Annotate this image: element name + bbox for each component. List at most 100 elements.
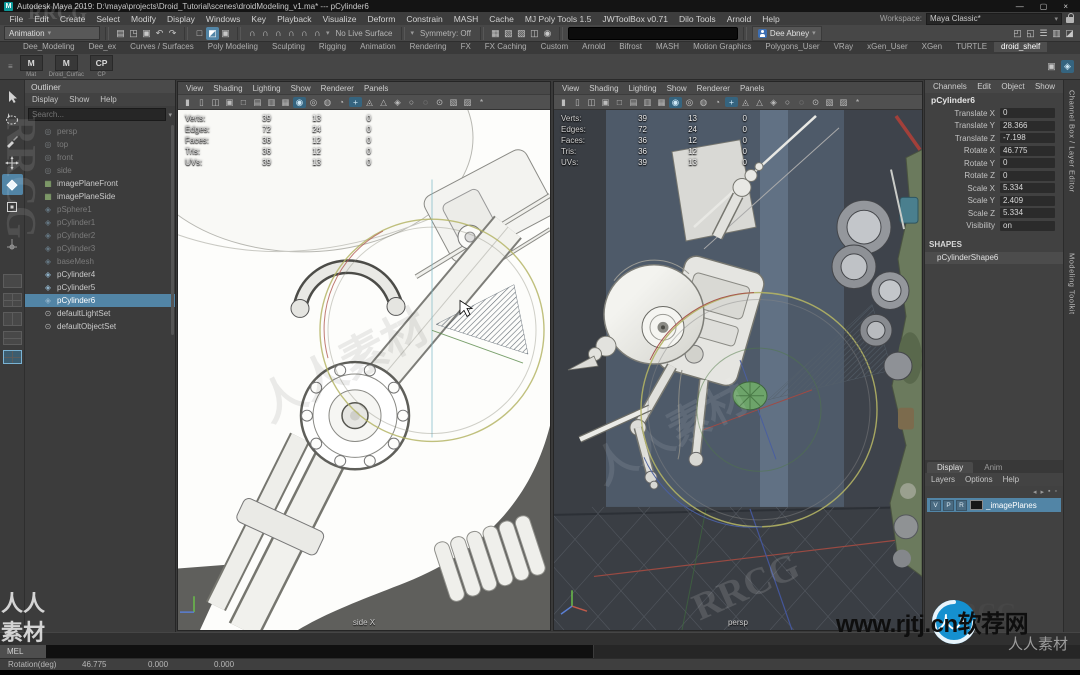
paint-select-tool[interactable]: [2, 130, 23, 151]
viewport-toolbar-icon[interactable]: ▨: [461, 97, 474, 108]
shelf-tab[interactable]: Poly Modeling: [201, 42, 265, 52]
viewport-toolbar-icon[interactable]: +: [349, 97, 362, 107]
layer-editor-menu-item[interactable]: Layers: [931, 475, 955, 484]
menu-item[interactable]: JWToolBox v0.71: [597, 14, 674, 24]
channel-attribute-row[interactable]: Rotate Z 0: [925, 170, 1063, 183]
list-item[interactable]: pCylinder2: [25, 229, 175, 242]
list-item[interactable]: top: [25, 138, 175, 151]
viewport-toolbar-icon[interactable]: ◬: [739, 97, 752, 108]
layer-editor-menu-item[interactable]: Options: [965, 475, 993, 484]
shelf-tab[interactable]: Rigging: [312, 42, 353, 52]
viewport-toolbar-icon[interactable]: ⊙: [809, 97, 822, 108]
list-item[interactable]: front: [25, 151, 175, 164]
list-item[interactable]: baseMesh: [25, 255, 175, 268]
menu-set-selector[interactable]: Animation▾: [4, 26, 100, 40]
shelf-tab[interactable]: FX Caching: [478, 42, 534, 52]
display-layer-row[interactable]: VPR _imagePlanes: [927, 498, 1061, 512]
lock-icon[interactable]: [1066, 17, 1074, 23]
shape-node-name[interactable]: pCylinderShape6: [925, 252, 1063, 264]
viewport-menu-item[interactable]: Shading: [589, 84, 618, 93]
menu-item[interactable]: Edit: [29, 14, 55, 24]
viewport-toolbar-icon[interactable]: △: [753, 97, 766, 108]
viewport-toolbar-icon[interactable]: ▤: [251, 97, 264, 108]
symmetry-label[interactable]: Symmetry: Off: [416, 29, 475, 38]
snap-icon[interactable]: ∩: [246, 27, 259, 40]
channel-attribute-row[interactable]: Translate Y 28.366: [925, 120, 1063, 133]
file-action-icon[interactable]: ▣: [140, 27, 153, 40]
layer-color-swatch[interactable]: [970, 500, 983, 510]
viewport-toolbar-icon[interactable]: □: [237, 97, 250, 107]
list-item[interactable]: defaultObjectSet: [25, 320, 175, 333]
viewport-toolbar-icon[interactable]: ◈: [767, 97, 780, 108]
shelf-tab[interactable]: Animation: [353, 42, 403, 52]
viewport-toolbar-icon[interactable]: ▨: [837, 97, 850, 108]
shelf-tab[interactable]: MASH: [649, 42, 686, 52]
layer-editor-tab[interactable]: Anim: [974, 462, 1012, 473]
viewport-toolbar-icon[interactable]: ▤: [627, 97, 640, 108]
layout-four-pane-button[interactable]: [3, 293, 22, 307]
viewport-menu-item[interactable]: Lighting: [629, 84, 657, 93]
menu-item[interactable]: MJ Poly Tools 1.5: [519, 14, 596, 24]
render-icon[interactable]: ◉: [541, 27, 554, 40]
shelf-tab[interactable]: TURTLE: [949, 42, 994, 52]
menu-item[interactable]: File: [4, 14, 29, 24]
channel-attribute-row[interactable]: Scale Z 5.334: [925, 207, 1063, 220]
select-tool[interactable]: [2, 86, 23, 107]
list-item[interactable]: imagePlaneFront: [25, 177, 175, 190]
viewport-toolbar-icon[interactable]: ◍: [697, 97, 710, 108]
rotate-tool[interactable]: [2, 174, 23, 195]
range-slider-bar[interactable]: [0, 632, 1080, 646]
menu-item[interactable]: Key: [246, 14, 272, 24]
last-tool-slot[interactable]: [2, 233, 23, 254]
selection-mask-icon[interactable]: ▣: [219, 27, 232, 40]
layout-single-pane-button[interactable]: [3, 274, 22, 288]
quick-entry-field[interactable]: [568, 27, 738, 40]
layer-action-icon[interactable]: ▪: [1048, 488, 1050, 495]
filter-icon[interactable]: ▾: [168, 111, 172, 119]
lasso-tool[interactable]: [2, 108, 23, 129]
viewport-toolbar-icon[interactable]: ▯: [195, 97, 208, 108]
viewport-toolbar-icon[interactable]: ◎: [307, 97, 320, 108]
mel-command-input[interactable]: [46, 645, 593, 658]
move-tool[interactable]: [2, 152, 23, 173]
viewport-toolbar-icon[interactable]: *: [475, 97, 488, 107]
channel-value-field[interactable]: 0: [1000, 171, 1055, 181]
viewport-toolbar-icon[interactable]: ▧: [823, 97, 836, 108]
menu-item[interactable]: MASH: [448, 14, 484, 24]
layer-toggle[interactable]: P: [943, 500, 954, 511]
viewport-toolbar-icon[interactable]: ◉: [293, 97, 306, 108]
shelf-tab[interactable]: VRay: [827, 42, 861, 52]
viewport-side-canvas[interactable]: Verts:39130 Edges:72240 Faces:36120 Tris…: [178, 110, 550, 630]
viewport-toolbar-icon[interactable]: ○: [405, 97, 418, 107]
sidebar-toggle-icon[interactable]: ◰: [1011, 27, 1024, 40]
viewport-menu-item[interactable]: Shading: [213, 84, 242, 93]
viewport-toolbar-icon[interactable]: ◎: [683, 97, 696, 108]
viewport-toolbar-icon[interactable]: ▣: [599, 97, 612, 108]
list-item[interactable]: pCylinder5: [25, 281, 175, 294]
channel-value-field[interactable]: 28.366: [1000, 121, 1055, 131]
shelf-collapse-icon[interactable]: ≡: [8, 62, 13, 71]
channel-attribute-row[interactable]: Translate X 0: [925, 107, 1063, 120]
channel-attribute-row[interactable]: Rotate Y 0: [925, 157, 1063, 170]
outliner-menu-item[interactable]: Help: [100, 95, 116, 104]
channel-attribute-row[interactable]: Scale X 5.334: [925, 182, 1063, 195]
list-item[interactable]: pCylinder1: [25, 216, 175, 229]
viewport-menu-item[interactable]: View: [562, 84, 579, 93]
shelf-editor-icon[interactable]: ▣: [1045, 60, 1058, 73]
sidebar-toggle-icon[interactable]: ◪: [1063, 27, 1076, 40]
viewport-menu-item[interactable]: Panels: [740, 84, 764, 93]
channel-box-menu-item[interactable]: Channels: [933, 82, 967, 91]
viewport-toolbar-icon[interactable]: ⊙: [433, 97, 446, 108]
file-action-icon[interactable]: ◳: [127, 27, 140, 40]
list-item[interactable]: pCylinder4: [25, 268, 175, 281]
layer-editor-menu-item[interactable]: Help: [1003, 475, 1019, 484]
viewport-menu-item[interactable]: Lighting: [253, 84, 281, 93]
snap-icon[interactable]: ∩: [298, 27, 311, 40]
selected-object-name[interactable]: pCylinder6: [925, 93, 1063, 107]
channel-value-field[interactable]: 46.775: [1000, 146, 1055, 156]
menu-item[interactable]: Arnold: [721, 14, 757, 24]
channel-box-menu-item[interactable]: Edit: [977, 82, 991, 91]
viewport-toolbar-icon[interactable]: ▮: [181, 97, 194, 108]
sidebar-toggle-icon[interactable]: ▥: [1050, 27, 1063, 40]
viewport-toolbar-icon[interactable]: ◈: [391, 97, 404, 108]
